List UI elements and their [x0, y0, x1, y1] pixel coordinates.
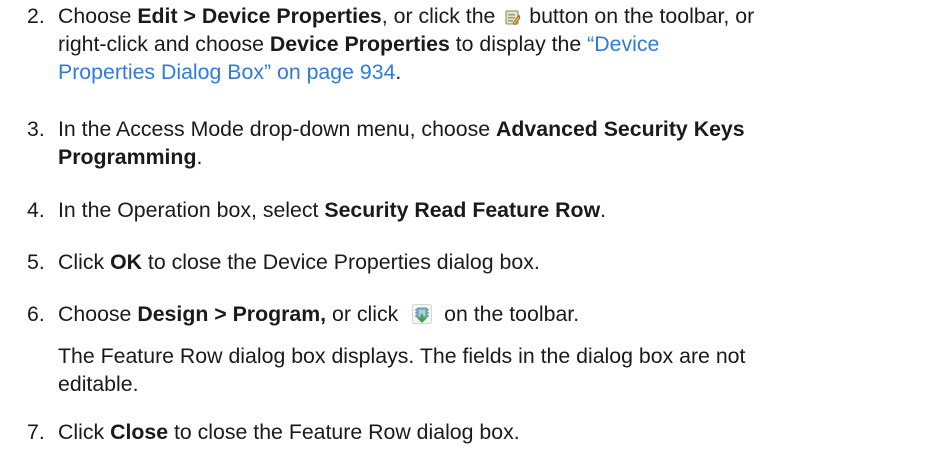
cross-reference-link-continued[interactable]: Properties Dialog Box” on page 934: [58, 60, 395, 84]
step-text: Click OK to close the Device Properties …: [58, 250, 540, 274]
step-text: Click Close to close the Feature Row dia…: [58, 420, 520, 444]
step-text: In the Access Mode drop-down menu, choos…: [58, 117, 745, 169]
access-mode-option: Advanced Security Keys: [496, 117, 745, 141]
program-icon: [412, 303, 433, 324]
step-number: 6.: [27, 302, 45, 326]
step-7: 7. Click Close to close the Feature Row …: [0, 418, 930, 448]
close-button-name: Close: [110, 420, 169, 444]
menu-path: Design > Program,: [137, 302, 327, 326]
step-text: In the Operation box, select Security Re…: [58, 198, 607, 222]
menu-command: Device Properties: [269, 32, 450, 56]
ok-button-name: OK: [110, 250, 143, 274]
step-5: 5. Click OK to close the Device Properti…: [0, 248, 930, 278]
step-text: Choose Edit > Device Properties, or clic…: [58, 4, 755, 84]
step-number: 7.: [27, 420, 45, 444]
step-2: 2. Choose Edit > Device Properties, or c…: [0, 2, 930, 92]
step-text: Choose Design > Program, or click on the…: [58, 302, 580, 326]
device-properties-icon: [505, 4, 521, 26]
step-number: 4.: [27, 198, 45, 222]
step-number: 5.: [27, 250, 45, 274]
step-number: 2.: [27, 4, 45, 28]
cross-reference-link[interactable]: “Device: [587, 32, 659, 56]
access-mode-option-continued: Programming: [58, 145, 197, 169]
step-4: 4. In the Operation box, select Security…: [0, 196, 930, 226]
step-6-result-note: The Feature Row dialog box displays. The…: [58, 344, 746, 396]
step-number: 3.: [27, 117, 45, 141]
step-6: 6. Choose Design > Program, or click on …: [0, 300, 930, 330]
step-3: 3. In the Access Mode drop-down menu, ch…: [0, 115, 930, 175]
menu-path: Edit > Device Properties: [137, 4, 382, 28]
operation-option: Security Read Feature Row: [324, 198, 601, 222]
